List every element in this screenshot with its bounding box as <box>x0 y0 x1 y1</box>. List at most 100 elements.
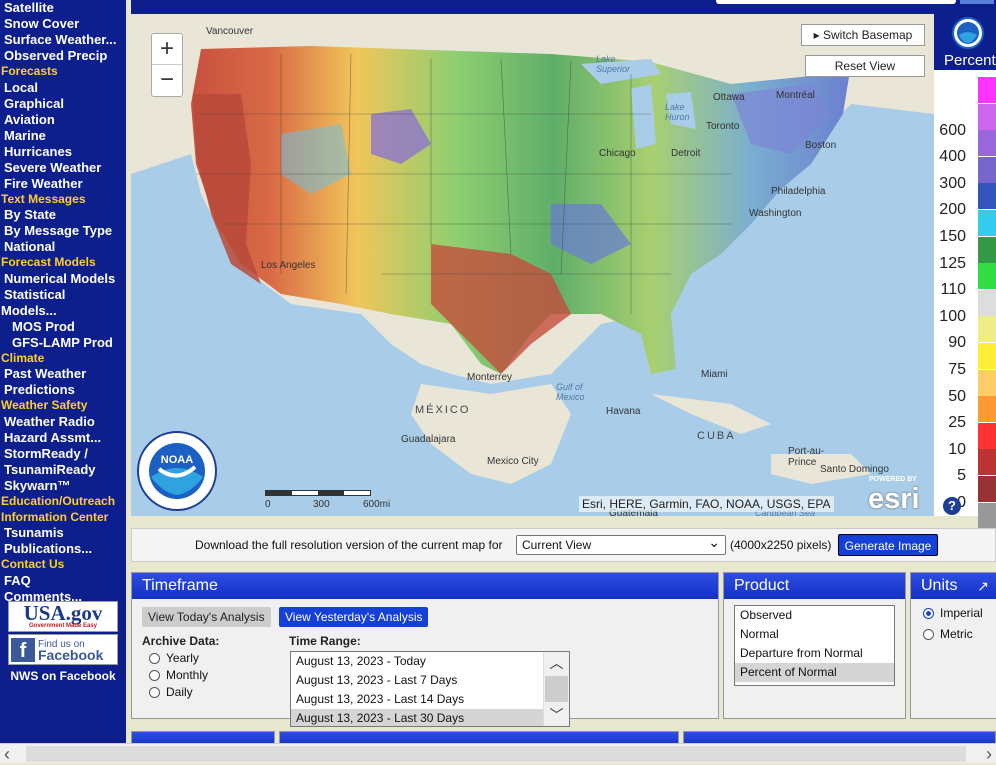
product-option[interactable]: Normal <box>735 625 894 644</box>
nav-item[interactable]: By Message Type <box>0 223 126 239</box>
nws-facebook-link[interactable]: NWS on Facebook <box>8 669 118 683</box>
nav-item[interactable]: Snow Cover <box>0 16 126 32</box>
product-list[interactable]: Observed Normal Departure from Normal Perce… <box>734 605 895 686</box>
search-button[interactable] <box>960 0 994 4</box>
nav-item[interactable]: Local <box>0 80 126 96</box>
nav-item-continued[interactable]: Models... <box>0 303 126 319</box>
time-range-option[interactable]: August 13, 2023 - Today <box>291 652 543 671</box>
zoom-out-button[interactable]: − <box>152 65 182 96</box>
view-yesterday-button[interactable]: View Yesterday's Analysis <box>279 607 429 627</box>
nav-section[interactable]: Information Center <box>0 510 126 526</box>
archive-option[interactable]: Yearly <box>149 651 199 667</box>
download-view-select[interactable]: Current View <box>516 534 726 555</box>
nav-subitem[interactable]: GFS-LAMP Prod <box>0 335 126 351</box>
nav-item[interactable]: Skywarn™ <box>0 478 126 494</box>
nav-item[interactable]: Numerical Models <box>0 271 126 287</box>
radio-icon[interactable] <box>149 653 160 665</box>
legend-row: 90 <box>934 316 996 351</box>
map-label-city: Mexico City <box>487 456 539 467</box>
nav-section[interactable]: Weather Safety <box>0 398 126 414</box>
legend-row: 200 <box>934 183 996 218</box>
nav-section[interactable]: Contact Us <box>0 557 126 573</box>
reset-view-button[interactable]: Reset View <box>805 55 925 77</box>
usagov-subtitle: Government Made Easy <box>28 623 98 629</box>
legend-swatch <box>978 156 996 183</box>
legend-row: 150 <box>934 210 996 245</box>
search-input[interactable] <box>716 0 956 4</box>
scroll-right-icon[interactable]: › <box>986 744 992 765</box>
legend-row: 75 <box>934 343 996 378</box>
scroll-thumb[interactable] <box>545 676 568 702</box>
expand-icon[interactable]: ↗ <box>977 573 989 599</box>
nav-section[interactable]: Education/Outreach <box>0 494 126 510</box>
nav-section[interactable]: Forecasts <box>0 64 126 80</box>
archive-option[interactable]: Monthly <box>149 668 208 684</box>
nav-item[interactable]: Graphical <box>0 96 126 112</box>
time-range-scrollbar[interactable]: ︿ ﹀ <box>543 652 569 726</box>
archive-option[interactable]: Daily <box>149 685 193 701</box>
switch-basemap-button[interactable]: ▸ Switch Basemap <box>801 24 925 46</box>
nav-item[interactable]: Statistical <box>0 287 126 303</box>
nav-item[interactable]: Severe Weather <box>0 160 126 176</box>
nav-item[interactable]: Past Weather <box>0 366 126 382</box>
horizontal-scrollbar[interactable]: ‹ › <box>0 743 996 765</box>
legend-row: 25 <box>934 396 996 431</box>
nav-item[interactable]: National <box>0 239 126 255</box>
nav-section[interactable]: Forecast Models <box>0 255 126 271</box>
legend-row: 100 <box>934 289 996 325</box>
scroll-up-icon[interactable]: ︿ <box>544 652 569 674</box>
radio-icon[interactable] <box>149 670 160 682</box>
map-label-city: Vancouver <box>206 26 254 37</box>
nav-item[interactable]: Fire Weather <box>0 176 126 192</box>
radio-icon[interactable] <box>923 629 934 641</box>
radio-icon[interactable] <box>149 687 160 699</box>
nav-section[interactable]: Climate <box>0 351 126 367</box>
play-icon: ▸ <box>813 28 823 42</box>
view-today-button[interactable]: View Today's Analysis <box>142 607 271 627</box>
time-range-option[interactable]: August 13, 2023 - Last 7 Days <box>291 671 543 690</box>
help-icon[interactable]: ? <box>943 497 961 515</box>
scroll-left-icon[interactable]: ‹ <box>4 744 10 765</box>
nav-item[interactable]: TsunamiReady <box>0 462 126 478</box>
nav-section[interactable]: Text Messages <box>0 192 126 208</box>
nav-item[interactable]: Predictions <box>0 382 126 398</box>
nav-item[interactable]: Marine <box>0 128 126 144</box>
time-range-option[interactable]: August 13, 2023 - Last 30 Days <box>291 709 543 726</box>
generate-image-button[interactable]: Generate Image <box>838 534 938 556</box>
scroll-down-icon[interactable]: ﹀ <box>544 704 569 726</box>
precipitation-map[interactable]: + − ▸ Switch Basemap Reset View Vancouve… <box>131 14 934 516</box>
nav-item[interactable]: FAQ <box>0 573 126 589</box>
timeframe-panel: Timeframe View Today's Analysis View Yes… <box>131 572 719 727</box>
nav-item[interactable]: Publications... <box>0 541 126 557</box>
nav-item[interactable]: Hurricanes <box>0 144 126 160</box>
nav-item[interactable]: Weather Radio <box>0 414 126 430</box>
usagov-badge[interactable]: USA.gov Government Made Easy <box>8 601 118 632</box>
nav-item[interactable]: StormReady / <box>0 446 126 462</box>
product-option[interactable]: Percent of Normal <box>735 663 894 682</box>
legend-row: 5 <box>934 449 996 484</box>
units-option[interactable]: Imperial <box>923 606 983 620</box>
time-range-list[interactable]: August 13, 2023 - Today August 13, 2023 -… <box>290 651 570 727</box>
nav-item[interactable]: Tsunamis <box>0 525 126 541</box>
facebook-badge[interactable]: f Find us on Facebook <box>8 634 118 665</box>
archive-option-label: Daily <box>166 685 193 699</box>
nav-item[interactable]: By State <box>0 207 126 223</box>
scroll-track[interactable] <box>26 746 966 762</box>
product-option[interactable]: Departure from Normal <box>735 644 894 663</box>
radio-icon[interactable] <box>923 608 934 620</box>
legend-row: 600 <box>934 103 996 139</box>
legend-swatch <box>978 476 996 502</box>
nav-item[interactable]: Surface Weather... <box>0 32 126 48</box>
nav-item[interactable]: Aviation <box>0 112 126 128</box>
nav-item[interactable]: Satellite <box>0 0 126 16</box>
map-label-city: Monterrey <box>467 372 513 383</box>
noaa-logo: NOAA <box>137 431 217 511</box>
nav-item[interactable]: Hazard Assmt... <box>0 430 126 446</box>
product-option[interactable]: Observed <box>735 606 894 625</box>
map-label-city: Miami <box>701 369 728 380</box>
time-range-option[interactable]: August 13, 2023 - Last 14 Days <box>291 690 543 709</box>
zoom-in-button[interactable]: + <box>152 34 182 65</box>
units-option[interactable]: Metric <box>923 627 973 641</box>
nav-item[interactable]: Observed Precip <box>0 48 126 64</box>
nav-subitem[interactable]: MOS Prod <box>0 319 126 335</box>
